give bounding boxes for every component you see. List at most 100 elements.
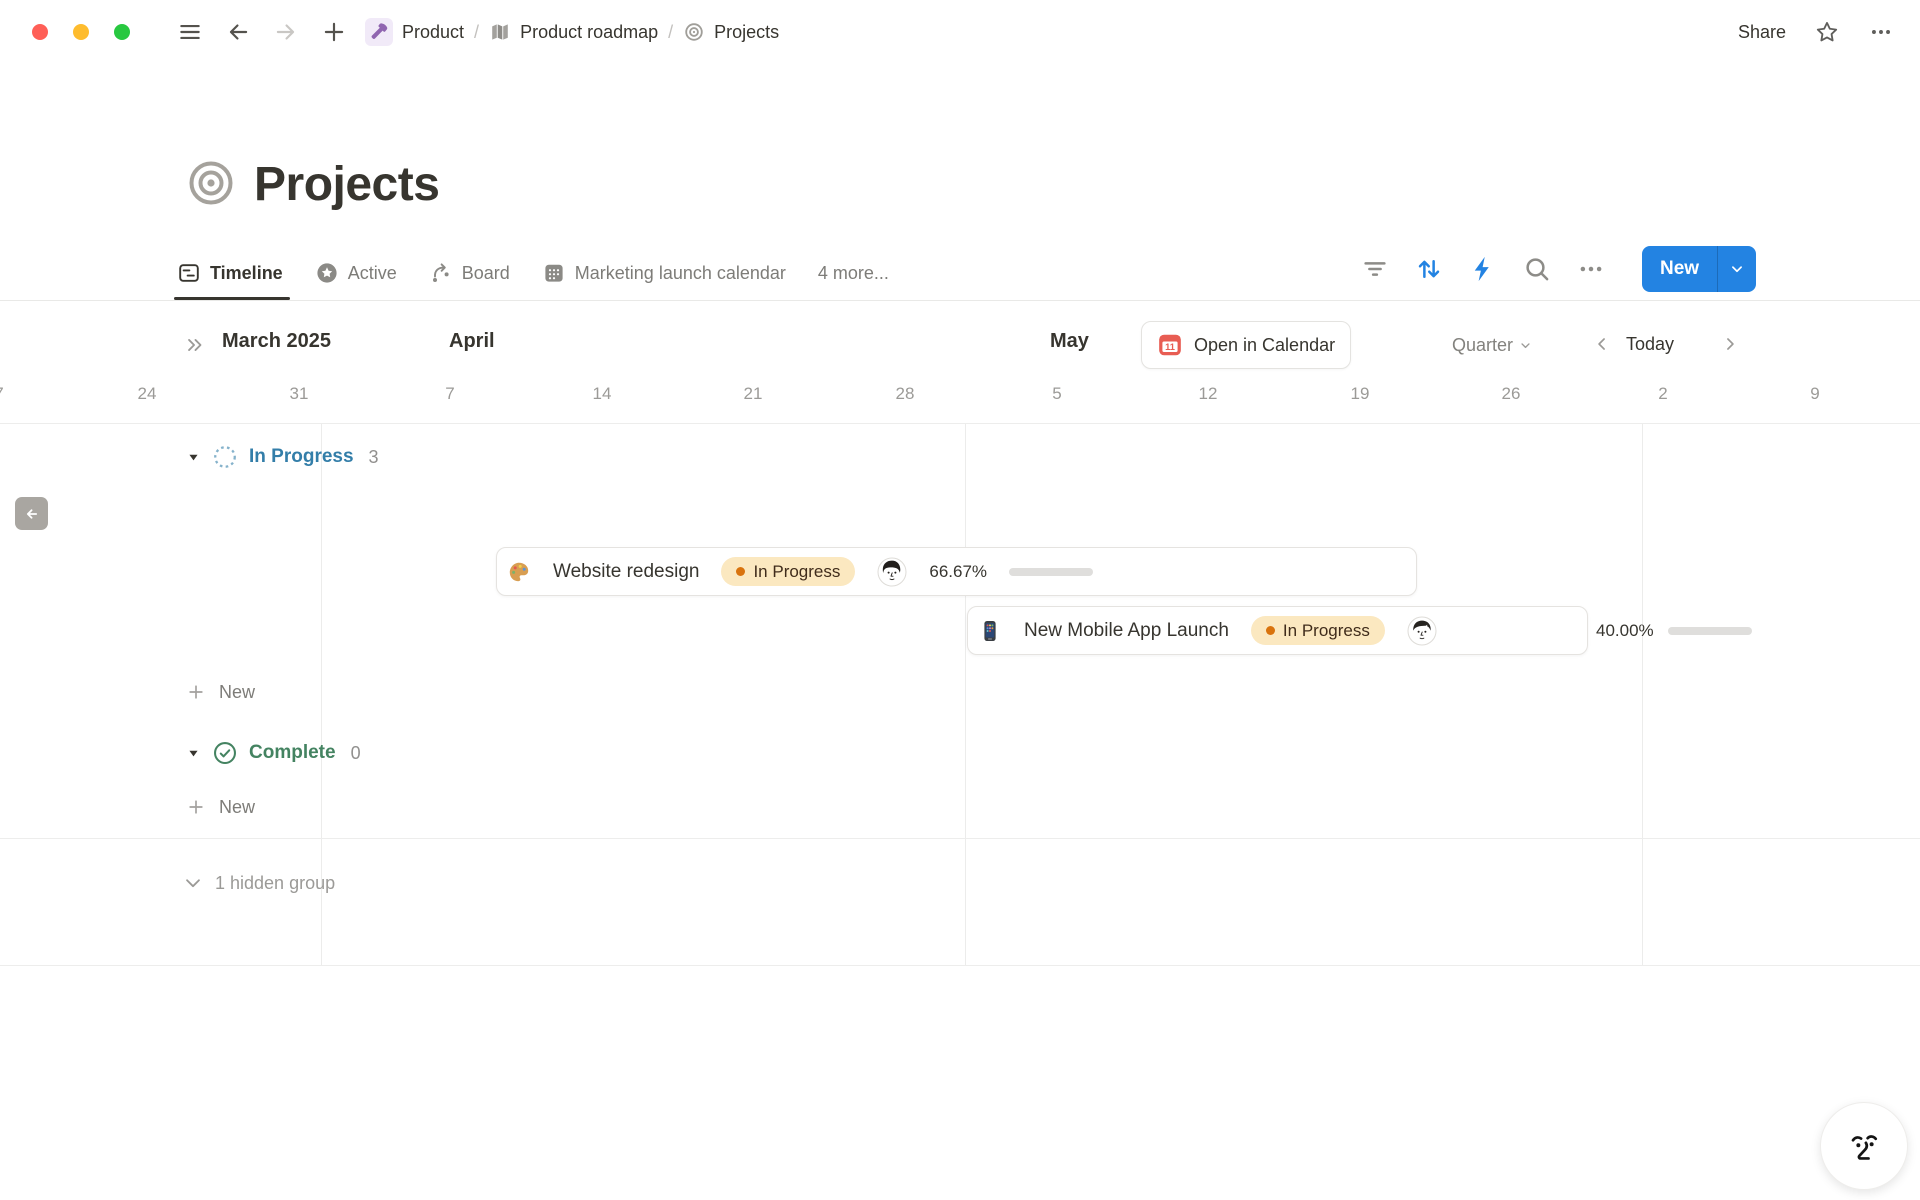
hidden-group-toggle[interactable]: 1 hidden group xyxy=(182,869,335,897)
progress-percent: 40.00% xyxy=(1596,621,1654,641)
week-tick-label: 5 xyxy=(1052,384,1061,404)
group-name: In Progress xyxy=(249,446,354,468)
progress-percent: 66.67% xyxy=(929,562,987,582)
plus-small-icon xyxy=(186,797,206,817)
open-in-calendar-button[interactable]: 11 Open in Calendar xyxy=(1141,321,1351,369)
tab-active[interactable]: Active xyxy=(315,246,397,300)
tab-label: Timeline xyxy=(210,263,283,284)
timeline-month-label-may: May xyxy=(1050,330,1089,353)
tab-board[interactable]: Board xyxy=(429,246,510,300)
palette-emoji xyxy=(507,560,531,584)
new-button-label[interactable]: New xyxy=(1642,258,1717,280)
add-new-label: New xyxy=(219,797,255,818)
tab-label: Active xyxy=(348,263,397,284)
filter-icon[interactable] xyxy=(1360,254,1390,284)
tabs-divider xyxy=(0,300,1920,301)
group-header-in-progress[interactable]: In Progress3 xyxy=(186,442,379,472)
week-tick-label: 7 xyxy=(445,384,454,404)
month-gridline xyxy=(965,424,966,965)
timeline-scale-label: Quarter xyxy=(1452,335,1513,356)
chevron-down-icon xyxy=(1728,260,1746,278)
status-dot xyxy=(1266,626,1275,635)
week-tick-label: 14 xyxy=(593,384,612,404)
nav-back-icon[interactable] xyxy=(225,19,251,45)
progress-bar xyxy=(1009,568,1093,576)
week-tick-label: 31 xyxy=(290,384,309,404)
sort-icon[interactable] xyxy=(1414,254,1444,284)
hidden-group-label: 1 hidden group xyxy=(215,873,335,894)
timeline-item-website-redesign[interactable]: Website redesignIn Progress66.67% xyxy=(496,547,1417,596)
timeline-view-icon xyxy=(177,261,201,285)
add-new-label: New xyxy=(219,682,255,703)
timeline-footer-divider xyxy=(0,838,1920,839)
favorite-star-icon[interactable] xyxy=(1814,19,1840,45)
nav-forward-icon[interactable] xyxy=(273,19,299,45)
avatar-man-1 xyxy=(877,557,907,587)
add-new-item-row[interactable]: New xyxy=(186,678,255,706)
page-title: Projects xyxy=(254,153,439,217)
timeline-prev-icon[interactable] xyxy=(1592,334,1612,354)
new-button[interactable]: New xyxy=(1642,246,1756,292)
week-tick-label: 28 xyxy=(896,384,915,404)
new-tab-icon[interactable] xyxy=(321,19,347,45)
status-label: In Progress xyxy=(753,562,840,582)
timeline-item-new-mobile-app-launch[interactable]: New Mobile App Launch In Progress xyxy=(967,606,1588,655)
tab-label: Board xyxy=(462,263,510,284)
board-view-icon xyxy=(429,261,453,285)
breadcrumb-label: Product xyxy=(402,22,464,43)
timeline-month-label-april: April xyxy=(449,330,495,353)
week-tick-label: 2 xyxy=(1658,384,1667,404)
target-small-icon xyxy=(683,21,705,43)
tab-marketing-launch-calendar[interactable]: Marketing launch calendar xyxy=(542,246,786,300)
view-tabs: Timeline Active Board Marketing launch cale… xyxy=(177,246,889,300)
scroll-left-button[interactable] xyxy=(15,497,48,530)
triangle-down-icon xyxy=(186,450,201,465)
group-header-complete[interactable]: Complete 0 xyxy=(186,738,361,768)
page-target-icon[interactable] xyxy=(188,160,234,206)
share-button[interactable]: Share xyxy=(1738,22,1786,43)
timeline-next-icon[interactable] xyxy=(1720,334,1740,354)
group-name: Complete xyxy=(249,742,336,764)
status-badge: In Progress xyxy=(721,557,855,586)
window-zoom-button[interactable] xyxy=(114,24,130,40)
week-tick-label: 24 xyxy=(138,384,157,404)
sidebar-menu-icon[interactable] xyxy=(177,19,203,45)
breadcrumb-label: Projects xyxy=(714,22,779,43)
window-close-button[interactable] xyxy=(32,24,48,40)
view-toolbar: New xyxy=(1360,246,1756,292)
view-more-options-icon[interactable] xyxy=(1576,254,1606,284)
svg-text:11: 11 xyxy=(1165,342,1175,352)
triangle-down-icon xyxy=(186,746,201,761)
scroll-months-icon[interactable] xyxy=(184,334,206,356)
week-tick-label: 12 xyxy=(1199,384,1218,404)
breadcrumb-item-projects[interactable]: Projects xyxy=(683,21,779,43)
breadcrumb-item-product-roadmap[interactable]: Product roadmap xyxy=(489,21,658,43)
tabs-more-button[interactable]: 4 more... xyxy=(818,263,889,284)
group-count: 0 xyxy=(351,743,361,764)
item-title: New Mobile App Launch xyxy=(1024,620,1229,642)
more-options-icon[interactable] xyxy=(1868,19,1894,45)
week-tick-label: 26 xyxy=(1502,384,1521,404)
timeline-item-row: Website redesignIn Progress66.67% xyxy=(496,547,1417,596)
week-tick-label: 21 xyxy=(744,384,763,404)
left-arrow-icon xyxy=(22,504,42,524)
today-button[interactable]: Today xyxy=(1626,334,1674,355)
ai-face-icon xyxy=(1841,1123,1887,1169)
timeline-scale-select[interactable]: Quarter xyxy=(1452,332,1533,358)
breadcrumb-separator: / xyxy=(464,22,489,43)
progress-bar xyxy=(1668,627,1752,635)
ai-assistant-button[interactable] xyxy=(1820,1102,1908,1190)
tab-label: Marketing launch calendar xyxy=(575,263,786,284)
search-icon[interactable] xyxy=(1522,254,1552,284)
breadcrumb-item-product[interactable]: Product xyxy=(365,18,464,46)
status-label: In Progress xyxy=(1283,621,1370,641)
add-new-item-row[interactable]: New xyxy=(186,793,255,821)
timeline-bottom-border xyxy=(0,965,1920,966)
tab-timeline[interactable]: Timeline xyxy=(177,246,283,300)
hammer-icon xyxy=(368,21,390,43)
chevron-down-icon xyxy=(1518,338,1533,353)
new-button-dropdown[interactable] xyxy=(1718,246,1756,292)
window-minimize-button[interactable] xyxy=(73,24,89,40)
automation-lightning-icon[interactable] xyxy=(1468,254,1498,284)
chevron-down-icon xyxy=(182,872,204,894)
